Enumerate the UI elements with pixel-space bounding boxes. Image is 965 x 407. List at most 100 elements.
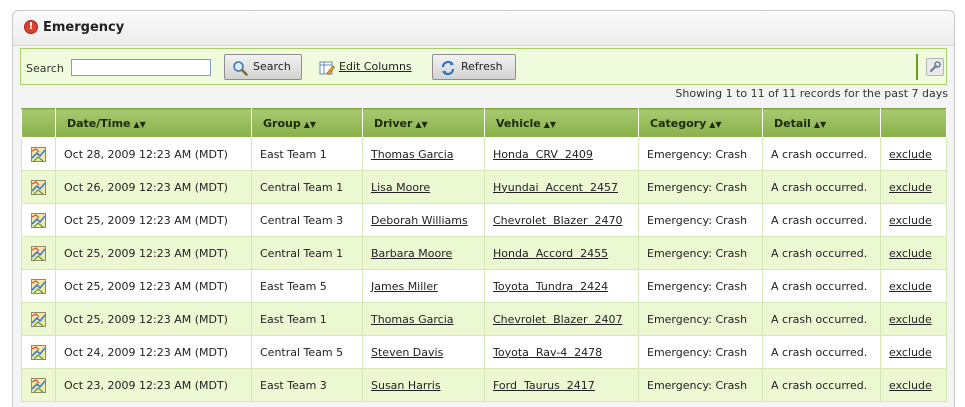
- cell-datetime: Oct 24, 2009 12:23 AM (MDT): [55, 335, 252, 369]
- alert-icon: !: [24, 20, 38, 34]
- col-header-vehicle[interactable]: Vehicle ▲▼: [484, 108, 639, 138]
- cell-category: Emergency: Crash: [638, 137, 763, 171]
- cell-vehicle: Ford Taurus 2417: [484, 368, 639, 402]
- map-icon[interactable]: [31, 146, 46, 162]
- table-row: Oct 25, 2009 12:23 AM (MDT) East Team 5 Ja…: [21, 269, 947, 303]
- cell-datetime: Oct 26, 2009 12:23 AM (MDT): [55, 170, 252, 204]
- col-header-detail[interactable]: Detail ▲▼: [762, 108, 881, 138]
- cell-category: Emergency: Crash: [638, 269, 763, 303]
- vehicle-link[interactable]: Chevrolet Blazer 2470: [493, 214, 622, 227]
- driver-link[interactable]: James Miller: [371, 280, 438, 293]
- exclude-link[interactable]: exclude: [889, 280, 932, 293]
- cell-detail: A crash occurred.: [762, 269, 881, 303]
- vehicle-link[interactable]: Hyundai Accent 2457: [493, 181, 618, 194]
- exclude-link[interactable]: exclude: [889, 247, 932, 260]
- cell-detail: A crash occurred.: [762, 236, 881, 270]
- row-icon-cell: [21, 368, 56, 402]
- sort-icon: ▲▼: [543, 119, 557, 129]
- edit-columns-icon: [319, 61, 335, 76]
- exclude-link[interactable]: exclude: [889, 346, 932, 359]
- cell-action: exclude: [880, 335, 947, 369]
- col-header-driver[interactable]: Driver ▲▼: [362, 108, 485, 138]
- cell-group: East Team 1: [251, 137, 363, 171]
- map-icon[interactable]: [31, 377, 46, 393]
- cell-group: Central Team 1: [251, 236, 363, 270]
- col-header-datetime[interactable]: Date/Time ▲▼: [55, 108, 252, 138]
- row-icon-cell: [21, 170, 56, 204]
- cell-action: exclude: [880, 269, 947, 303]
- map-icon[interactable]: [31, 179, 46, 195]
- cell-driver: Steven Davis: [362, 335, 485, 369]
- col-header-action: [880, 108, 947, 138]
- table-row: Oct 28, 2009 12:23 AM (MDT) East Team 1 Th…: [21, 137, 947, 171]
- cell-detail: A crash occurred.: [762, 170, 881, 204]
- cell-group: East Team 5: [251, 269, 363, 303]
- refresh-icon: [441, 60, 455, 76]
- exclude-link[interactable]: exclude: [889, 379, 932, 392]
- cell-driver: Barbara Moore: [362, 236, 485, 270]
- map-icon[interactable]: [31, 311, 46, 327]
- row-icon-cell: [21, 203, 56, 237]
- table-row: Oct 24, 2009 12:23 AM (MDT) Central Team …: [21, 335, 947, 369]
- exclude-link[interactable]: exclude: [889, 148, 932, 161]
- sort-icon: ▲▼: [813, 119, 827, 129]
- map-icon[interactable]: [31, 212, 46, 228]
- sort-icon: ▲▼: [303, 119, 317, 129]
- cell-detail: A crash occurred.: [762, 335, 881, 369]
- driver-link[interactable]: Steven Davis: [371, 346, 443, 359]
- cell-driver: Thomas Garcia: [362, 302, 485, 336]
- col-header-category[interactable]: Category ▲▼: [638, 108, 763, 138]
- table-row: Oct 26, 2009 12:23 AM (MDT) Central Team …: [21, 170, 947, 204]
- cell-category: Emergency: Crash: [638, 203, 763, 237]
- row-icon-cell: [21, 137, 56, 171]
- exclude-link[interactable]: exclude: [889, 214, 932, 227]
- vehicle-link[interactable]: Ford Taurus 2417: [493, 379, 595, 392]
- refresh-button[interactable]: Refresh: [432, 54, 516, 80]
- search-input[interactable]: [71, 59, 211, 76]
- cell-datetime: Oct 25, 2009 12:23 AM (MDT): [55, 302, 252, 336]
- vehicle-link[interactable]: Chevrolet Blazer 2407: [493, 313, 622, 326]
- cell-action: exclude: [880, 203, 947, 237]
- col-header-group[interactable]: Group ▲▼: [251, 108, 363, 138]
- col-icon-header: [21, 108, 56, 138]
- row-icon-cell: [21, 335, 56, 369]
- cell-vehicle: Honda Accord 2455: [484, 236, 639, 270]
- cell-driver: Thomas Garcia: [362, 137, 485, 171]
- cell-group: Central Team 5: [251, 335, 363, 369]
- cell-category: Emergency: Crash: [638, 335, 763, 369]
- search-button[interactable]: Search: [224, 54, 302, 80]
- cell-datetime: Oct 28, 2009 12:23 AM (MDT): [55, 137, 252, 171]
- row-icon-cell: [21, 236, 56, 270]
- driver-link[interactable]: Thomas Garcia: [371, 313, 454, 326]
- cell-detail: A crash occurred.: [762, 203, 881, 237]
- vehicle-link[interactable]: Honda Accord 2455: [493, 247, 608, 260]
- emergency-table: Date/Time ▲▼ Group ▲▼ Driver ▲▼ Vehicle ▲▼ C…: [21, 108, 947, 402]
- map-icon[interactable]: [31, 245, 46, 261]
- map-icon[interactable]: [31, 344, 46, 360]
- exclude-link[interactable]: exclude: [889, 181, 932, 194]
- row-icon-cell: [21, 269, 56, 303]
- emergency-panel: ! Emergency Search Search Edit Columns R…: [12, 10, 955, 407]
- driver-link[interactable]: Susan Harris: [371, 379, 441, 392]
- cell-datetime: Oct 25, 2009 12:23 AM (MDT): [55, 203, 252, 237]
- sort-icon: ▲▼: [415, 119, 428, 129]
- map-icon[interactable]: [31, 278, 46, 294]
- vehicle-link[interactable]: Toyota Tundra 2424: [493, 280, 608, 293]
- cell-action: exclude: [880, 137, 947, 171]
- cell-driver: Lisa Moore: [362, 170, 485, 204]
- cell-driver: James Miller: [362, 269, 485, 303]
- cell-vehicle: Hyundai Accent 2457: [484, 170, 639, 204]
- vehicle-link[interactable]: Honda CRV 2409: [493, 148, 593, 161]
- edit-columns-link[interactable]: Edit Columns: [319, 54, 412, 80]
- driver-link[interactable]: Lisa Moore: [371, 181, 430, 194]
- cell-action: exclude: [880, 368, 947, 402]
- settings-button[interactable]: [926, 58, 944, 76]
- driver-link[interactable]: Deborah Williams: [371, 214, 468, 227]
- vehicle-link[interactable]: Toyota Rav-4 2478: [493, 346, 602, 359]
- driver-link[interactable]: Barbara Moore: [371, 247, 452, 260]
- toolbar: Search Search Edit Columns Refresh: [20, 48, 947, 85]
- cell-action: exclude: [880, 302, 947, 336]
- driver-link[interactable]: Thomas Garcia: [371, 148, 454, 161]
- cell-group: East Team 1: [251, 302, 363, 336]
- exclude-link[interactable]: exclude: [889, 313, 932, 326]
